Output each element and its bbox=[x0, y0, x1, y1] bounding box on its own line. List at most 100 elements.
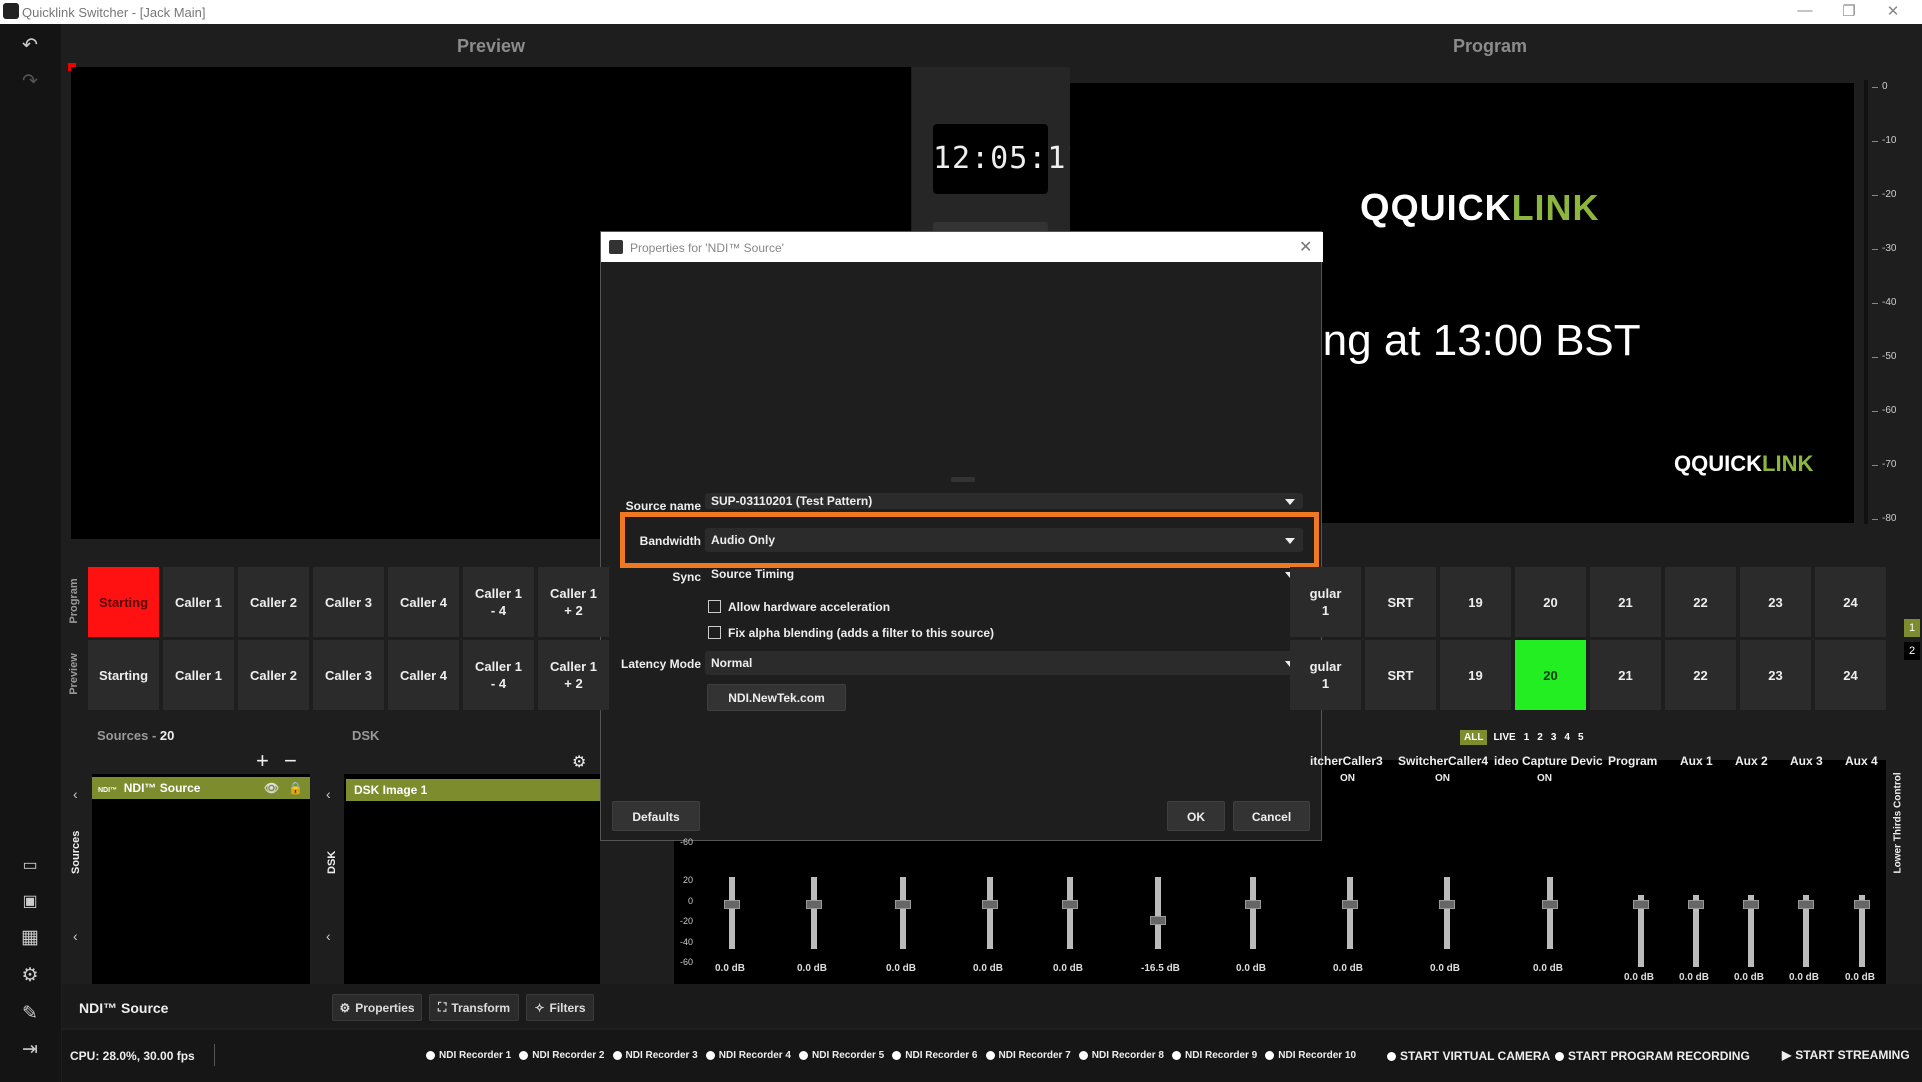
add-source-button[interactable]: + bbox=[256, 748, 269, 774]
monitor-icon[interactable]: ▭ bbox=[16, 854, 44, 878]
splitter-handle[interactable] bbox=[951, 477, 975, 482]
fader-knob[interactable] bbox=[1342, 900, 1358, 909]
source-tile[interactable]: Caller 1 + 2 bbox=[538, 640, 609, 710]
page-indicator-1[interactable]: 1 bbox=[1904, 619, 1920, 637]
source-tile[interactable]: 21 bbox=[1590, 640, 1661, 710]
fader-track[interactable] bbox=[1155, 877, 1161, 949]
restore-button[interactable]: ❐ bbox=[1826, 2, 1872, 20]
source-tile[interactable]: gular 1 bbox=[1290, 567, 1361, 637]
fader-track[interactable] bbox=[1547, 877, 1553, 949]
mixer-filter-tab[interactable]: LIVE bbox=[1491, 730, 1517, 745]
collapse-sources-icon-2[interactable]: ‹ bbox=[73, 928, 78, 944]
mixer-on-label[interactable]: ON bbox=[1537, 773, 1552, 784]
source-tile[interactable]: Caller 1 - 4 bbox=[463, 567, 534, 637]
source-tile[interactable]: Caller 1 bbox=[163, 640, 234, 710]
bus-fader-knob[interactable] bbox=[1798, 900, 1814, 909]
fader-knob[interactable] bbox=[982, 900, 998, 909]
dsk-gear-icon[interactable]: ⚙ bbox=[572, 752, 586, 772]
source-tile[interactable]: 20 bbox=[1515, 640, 1586, 710]
lower-thirds-label[interactable]: Lower Thirds Control bbox=[1893, 772, 1904, 873]
page-indicator-2[interactable]: 2 bbox=[1904, 642, 1920, 660]
mixer-on-label[interactable]: ON bbox=[1435, 773, 1450, 784]
exit-icon[interactable]: ⇥ bbox=[16, 1038, 44, 1062]
hw-accel-checkbox[interactable] bbox=[708, 600, 721, 613]
ok-button[interactable]: OK bbox=[1167, 801, 1225, 831]
ndi-recorder-button[interactable]: NDI Recorder 9 bbox=[1172, 1050, 1257, 1061]
source-tile[interactable]: Caller 3 bbox=[313, 567, 384, 637]
source-tile[interactable]: Caller 1 bbox=[163, 567, 234, 637]
fader-track[interactable] bbox=[987, 877, 993, 949]
ndi-recorder-button[interactable]: NDI Recorder 5 bbox=[799, 1050, 884, 1061]
source-tile[interactable]: 24 bbox=[1815, 567, 1886, 637]
source-tile[interactable]: SRT bbox=[1365, 567, 1436, 637]
bus-fader-knob[interactable] bbox=[1633, 900, 1649, 909]
collapse-sources-icon[interactable]: ‹ bbox=[73, 786, 78, 802]
remove-source-button[interactable]: − bbox=[284, 748, 297, 774]
fader-knob[interactable] bbox=[1245, 900, 1261, 909]
source-tile[interactable]: 20 bbox=[1515, 567, 1586, 637]
source-tile[interactable]: Caller 2 bbox=[238, 640, 309, 710]
source-tile[interactable]: 24 bbox=[1815, 640, 1886, 710]
fader-track[interactable] bbox=[1444, 877, 1450, 949]
source-tile[interactable]: 21 bbox=[1590, 567, 1661, 637]
source-item-ndi[interactable]: NDI™ NDI™ Source 👁 🔒 bbox=[92, 777, 310, 799]
dsk-item[interactable]: DSK Image 1 bbox=[346, 779, 600, 801]
multiview-icon[interactable]: ▣ bbox=[16, 890, 44, 914]
tools-icon[interactable]: ✎ bbox=[16, 1002, 44, 1026]
mixer-on-label[interactable]: ON bbox=[1340, 773, 1355, 784]
source-tile[interactable]: 19 bbox=[1440, 567, 1511, 637]
bus-fader-knob[interactable] bbox=[1854, 900, 1870, 909]
source-tile[interactable]: Caller 4 bbox=[388, 640, 459, 710]
source-tile[interactable]: gular 1 bbox=[1290, 640, 1361, 710]
source-tile[interactable]: Starting bbox=[88, 567, 159, 637]
source-tile[interactable]: 22 bbox=[1665, 567, 1736, 637]
fader-knob[interactable] bbox=[806, 900, 822, 909]
fader-knob[interactable] bbox=[1542, 900, 1558, 909]
gear-icon[interactable]: ⚙ bbox=[16, 964, 44, 988]
properties-button[interactable]: ⚙ Properties bbox=[332, 994, 422, 1021]
fader-track[interactable] bbox=[900, 877, 906, 949]
redo-icon[interactable]: ↷ bbox=[16, 70, 44, 94]
sync-select[interactable]: Source Timing bbox=[705, 565, 1303, 585]
program-recording-button[interactable]: START PROGRAM RECORDING bbox=[1555, 1049, 1750, 1063]
ndi-recorder-button[interactable]: NDI Recorder 6 bbox=[892, 1050, 978, 1061]
mixer-filter-tab[interactable]: 5 bbox=[1576, 730, 1586, 745]
ndi-recorder-button[interactable]: NDI Recorder 10 bbox=[1265, 1050, 1356, 1061]
fader-knob[interactable] bbox=[724, 900, 740, 909]
ndi-link-button[interactable]: NDI.NewTek.com bbox=[707, 684, 846, 711]
ndi-recorder-button[interactable]: NDI Recorder 3 bbox=[612, 1050, 698, 1061]
source-tile[interactable]: Caller 4 bbox=[388, 567, 459, 637]
latency-select[interactable]: Normal bbox=[705, 651, 1303, 675]
ndi-recorder-button[interactable]: NDI Recorder 8 bbox=[1078, 1050, 1164, 1061]
ndi-recorder-button[interactable]: NDI Recorder 1 bbox=[426, 1050, 511, 1061]
collapse-dsk-icon[interactable]: ‹ bbox=[326, 786, 331, 802]
bus-fader-knob[interactable] bbox=[1688, 900, 1704, 909]
source-tile[interactable]: SRT bbox=[1365, 640, 1436, 710]
fader-knob[interactable] bbox=[895, 900, 911, 909]
fader-track[interactable] bbox=[729, 877, 735, 949]
undo-icon[interactable]: ↶ bbox=[16, 34, 44, 58]
streaming-button[interactable]: ▶ START STREAMING bbox=[1782, 1048, 1910, 1062]
alpha-checkbox[interactable] bbox=[708, 626, 721, 639]
bus-fader-knob[interactable] bbox=[1743, 900, 1759, 909]
fader-knob[interactable] bbox=[1439, 900, 1455, 909]
source-tile[interactable]: Caller 1 + 2 bbox=[538, 567, 609, 637]
mixer-filter-tab[interactable]: 4 bbox=[1562, 730, 1572, 745]
source-tile[interactable]: Caller 3 bbox=[313, 640, 384, 710]
source-tile[interactable]: 23 bbox=[1740, 567, 1811, 637]
source-tile[interactable]: 23 bbox=[1740, 640, 1811, 710]
defaults-button[interactable]: Defaults bbox=[612, 801, 700, 831]
ndi-recorder-button[interactable]: NDI Recorder 4 bbox=[705, 1050, 791, 1061]
fader-knob[interactable] bbox=[1150, 916, 1166, 925]
grid-icon[interactable]: ▦ bbox=[16, 926, 44, 950]
mixer-filter-tab[interactable]: ALL bbox=[1460, 730, 1488, 745]
minimize-button[interactable]: — bbox=[1782, 2, 1828, 19]
mixer-filter-tab[interactable]: 1 bbox=[1522, 730, 1532, 745]
mixer-filter-tab[interactable]: 2 bbox=[1535, 730, 1545, 745]
fader-knob[interactable] bbox=[1062, 900, 1078, 909]
transform-button[interactable]: ⛶ Transform bbox=[429, 994, 519, 1021]
source-name-select[interactable]: SUP-03110201 (Test Pattern) bbox=[705, 493, 1303, 509]
filters-button[interactable]: ✧ Filters bbox=[526, 994, 594, 1021]
ndi-recorder-button[interactable]: NDI Recorder 7 bbox=[985, 1050, 1071, 1061]
source-tile[interactable]: Starting bbox=[88, 640, 159, 710]
